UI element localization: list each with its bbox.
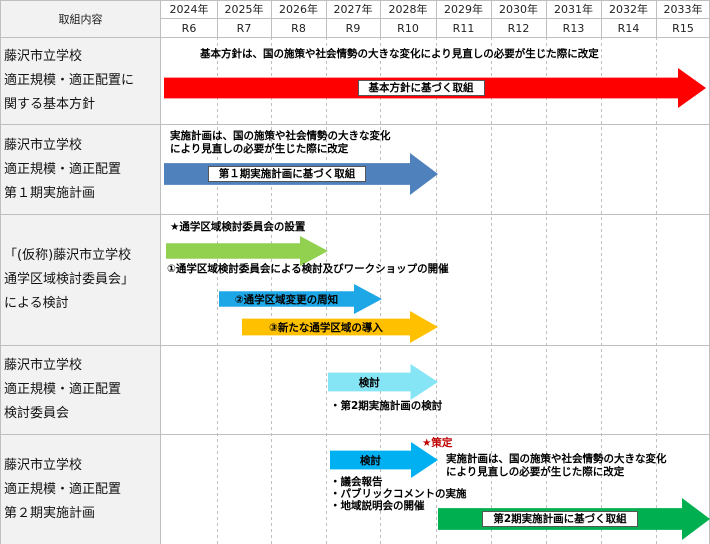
- committee-setup-arrow: [166, 236, 328, 266]
- era-header-cell: R6: [181, 21, 197, 35]
- arrow-label: 基本方針に基づく取組: [357, 80, 485, 96]
- year-header-cell: 2031年: [554, 3, 593, 16]
- era-header-cell: R15: [672, 21, 694, 35]
- adoption-star-note: ★策定: [422, 437, 453, 449]
- year-header-cell: 2030年: [499, 3, 538, 16]
- phase2-revision-note-2: により見直しの必要が生じた際に改定: [446, 466, 625, 478]
- row-label-district-committee: 「(仮称)藤沢市立学校 通学区域検討委員会」 による検討: [0, 215, 160, 345]
- row-label-line: 適正規模・適正配置: [4, 481, 122, 497]
- era-header-cell: R11: [452, 21, 475, 35]
- arrow-label: 検討: [358, 376, 380, 389]
- phase1-arrow: 第１期実施計画に基づく取組: [164, 153, 438, 195]
- phase2-arrow: 第2期実施計画に基づく取組: [438, 498, 710, 540]
- year-header-cell: 2025年: [224, 3, 264, 16]
- arrow-label: ③新たな通学区域の導入: [269, 321, 383, 334]
- header-corner-label: 取組内容: [58, 12, 103, 26]
- row-label-line: 適正規模・適正配置: [4, 161, 122, 177]
- row-label-line: 藤沢市立学校: [4, 49, 83, 64]
- era-header-cell: R14: [617, 21, 640, 35]
- phase1-revision-note-2: により見直しの必要が生じた際に改定: [170, 143, 349, 155]
- arrow-shape: [166, 236, 328, 266]
- phase2-review-note: ・第2期実施計画の検討: [330, 400, 443, 412]
- schedule-table: 取組内容 2024年 R6 2025年 R7 2026年 R8 2027年 R9 2028年 R1…: [0, 0, 710, 544]
- year-header-cell: 2024年: [169, 3, 209, 16]
- year-header-cell: 2032年: [609, 3, 648, 16]
- committee-setup-note: ★通学区域検討委員会の設置: [170, 221, 306, 233]
- era-header-cell: R13: [562, 21, 585, 35]
- row-label-line: 藤沢市立学校: [4, 358, 83, 373]
- row-label-line: 関する基本方針: [4, 97, 96, 112]
- row-label-line: 藤沢市立学校: [4, 457, 83, 473]
- notice-arrow: ②通学区域変更の周知: [219, 284, 382, 314]
- arrow-label: ②通学区域変更の周知: [234, 293, 339, 306]
- year-header-cell: 2033年: [663, 3, 703, 16]
- basic-policy-revision-note: 基本方針は、国の施策や社会情勢の大きな変化により見直しの必要が生じた際に改定: [200, 48, 599, 60]
- year-header-cell: 2028年: [388, 3, 428, 16]
- era-header-cell: R7: [236, 21, 252, 35]
- row-label-line: 検討委員会: [4, 406, 70, 421]
- row-label-phase2: 藤沢市立学校 適正規模・適正配置 第２期実施計画: [0, 435, 160, 544]
- era-header-cell: R10: [397, 21, 419, 35]
- row-label-line: 適正規模・適正配置: [4, 382, 122, 397]
- row-label-line: 藤沢市立学校: [4, 137, 83, 153]
- community-briefing-note: ・地域説明会の開催: [330, 500, 425, 512]
- row-label-line: 通学区域検討委員会」: [4, 272, 135, 287]
- committee-review-note: ①通学区域検討委員会による検討及びワークショップの開催: [167, 263, 449, 275]
- row-label-review-committee: 藤沢市立学校 適正規模・適正配置 検討委員会: [0, 346, 160, 434]
- year-header-cell: 2026年: [279, 3, 318, 16]
- review-arrow-row4: 検討: [328, 364, 438, 400]
- year-header-cell: 2029年: [444, 3, 483, 16]
- arrow-label: 検討: [360, 454, 381, 467]
- row-label-basic-policy: 藤沢市立学校 適正規模・適正配置に 関する基本方針: [0, 38, 160, 124]
- phase1-revision-note-1: 実施計画は、国の施策や社会情勢の大きな変化: [170, 130, 391, 142]
- era-header-cell: R12: [507, 21, 530, 35]
- basic-policy-arrow: 基本方針に基づく取組: [164, 68, 706, 108]
- arrow-label: 第2期実施計画に基づく取組: [482, 511, 638, 527]
- new-district-arrow: ③新たな通学区域の導入: [242, 311, 438, 343]
- era-header-cell: R9: [345, 21, 361, 35]
- row-label-line: 第２期実施計画: [4, 505, 96, 521]
- row-label-line: による検討: [4, 296, 69, 311]
- row-label-line: 「(仮称)藤沢市立学校: [4, 248, 132, 263]
- row-label-line: 適正規模・適正配置に: [4, 73, 135, 88]
- row-label-line: 第１期実施計画: [4, 185, 96, 201]
- row-label-phase1: 藤沢市立学校 適正規模・適正配置 第１期実施計画: [0, 125, 160, 214]
- year-header-cell: 2027年: [333, 3, 373, 16]
- arrow-label: 第１期実施計画に基づく取組: [207, 166, 367, 182]
- era-header-cell: R8: [291, 21, 306, 35]
- phase2-revision-note-1: 実施計画は、国の施策や社会情勢の大きな変化: [446, 453, 667, 465]
